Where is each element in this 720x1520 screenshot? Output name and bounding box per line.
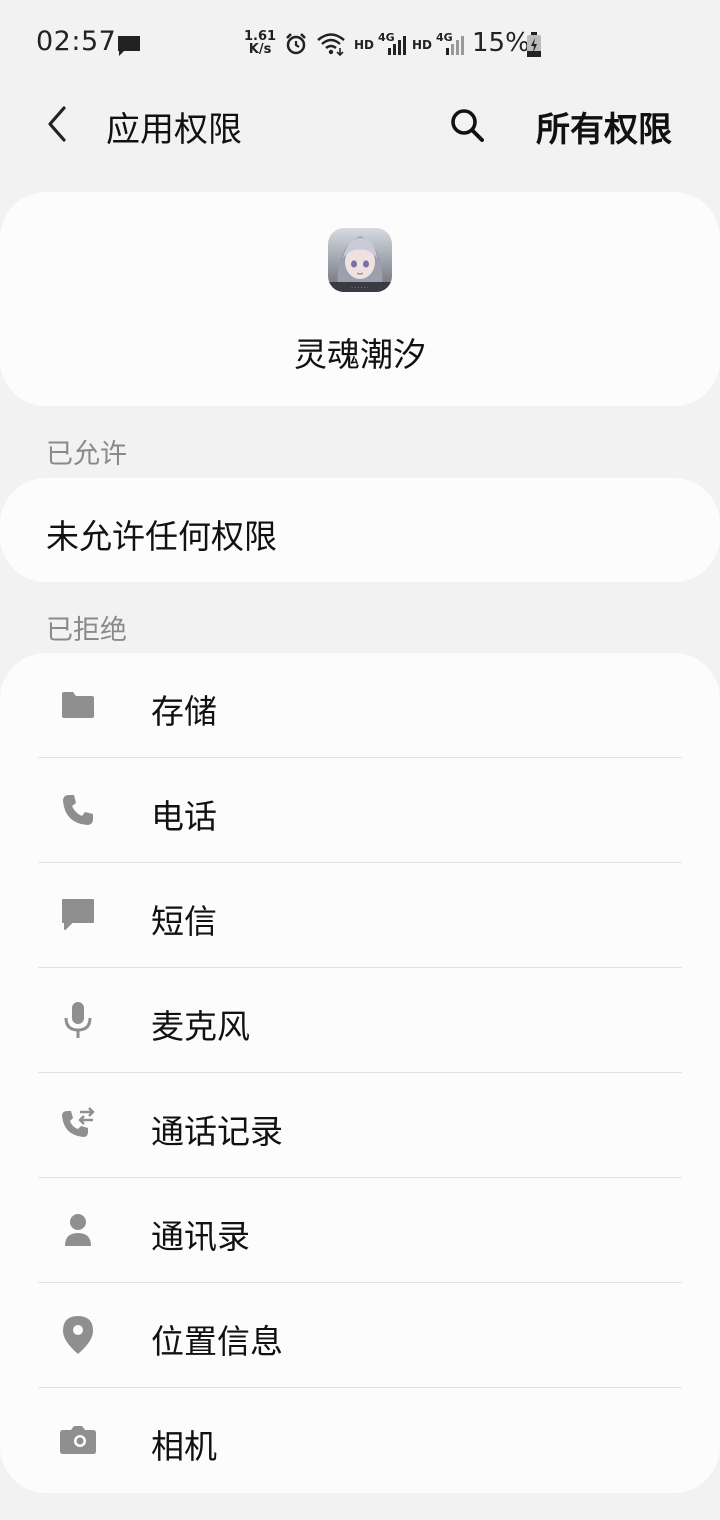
- call-log-icon: [58, 1105, 98, 1145]
- permission-label: 麦克风: [151, 1007, 250, 1046]
- back-button[interactable]: [36, 102, 80, 146]
- permission-row-location[interactable]: 位置信息: [0, 1283, 720, 1388]
- hd-label-2: HD: [412, 38, 433, 52]
- denied-section-title: 已拒绝: [46, 615, 127, 646]
- message-icon: [58, 895, 98, 935]
- allowed-section-title: 已允许: [46, 439, 127, 470]
- chevron-left-icon: [48, 106, 66, 142]
- app-info-card: · · · · · · 灵魂潮汐: [0, 192, 720, 406]
- location-icon: [58, 1315, 98, 1355]
- app-icon: · · · · · ·: [328, 228, 392, 292]
- no-permissions-text: 未允许任何权限: [46, 517, 277, 556]
- permission-row-sms[interactable]: 短信: [0, 863, 720, 968]
- hd-label-1: HD: [354, 38, 375, 52]
- app-bar: 应用权限 所有权限: [0, 90, 720, 162]
- permission-label: 通话记录: [151, 1112, 283, 1151]
- phone-icon: [58, 790, 98, 830]
- permission-row-camera[interactable]: 相机: [0, 1388, 720, 1493]
- permission-label: 相机: [151, 1427, 217, 1466]
- alarm-icon: [284, 32, 308, 60]
- permission-label: 短信: [151, 902, 217, 941]
- denied-card: 存储 电话 短信 麦克风 通话记录 通讯录 位置信息 相机: [0, 653, 720, 1493]
- search-icon: [451, 109, 484, 142]
- battery-icon: [526, 32, 542, 62]
- permission-label: 存储: [151, 692, 217, 731]
- permission-row-call-log[interactable]: 通话记录: [0, 1073, 720, 1178]
- camera-icon: [58, 1420, 98, 1460]
- signal-icon-2: [444, 34, 464, 60]
- folder-icon: [58, 685, 98, 725]
- net-speed-unit: K/s: [248, 42, 272, 57]
- battery-percent: 15%: [472, 28, 530, 58]
- contacts-icon: [58, 1210, 98, 1250]
- permission-label: 位置信息: [151, 1322, 283, 1361]
- status-bar: 02:57 1.61 K/s HD 4G HD 4G 15%: [0, 0, 720, 90]
- page-title: 应用权限: [106, 110, 242, 150]
- net-speed: 1.61 K/s: [244, 30, 276, 56]
- permission-label: 通讯录: [151, 1217, 250, 1256]
- permission-row-phone[interactable]: 电话: [0, 758, 720, 863]
- all-permissions-button[interactable]: 所有权限: [536, 102, 672, 151]
- permission-row-contacts[interactable]: 通讯录: [0, 1178, 720, 1283]
- permission-row-microphone[interactable]: 麦克风: [0, 968, 720, 1073]
- microphone-icon: [58, 1000, 98, 1040]
- permission-row-storage[interactable]: 存储: [0, 653, 720, 758]
- permission-label: 电话: [151, 797, 217, 836]
- allowed-card: 未允许任何权限: [0, 478, 720, 582]
- wifi-icon: [316, 32, 346, 60]
- search-button[interactable]: [444, 102, 490, 148]
- status-time: 02:57: [36, 26, 117, 57]
- message-notification-icon: [116, 34, 142, 62]
- signal-icon-1: [386, 34, 406, 60]
- svg-text:· · · · · ·: · · · · · ·: [351, 285, 369, 291]
- app-name: 灵魂潮汐: [294, 335, 426, 374]
